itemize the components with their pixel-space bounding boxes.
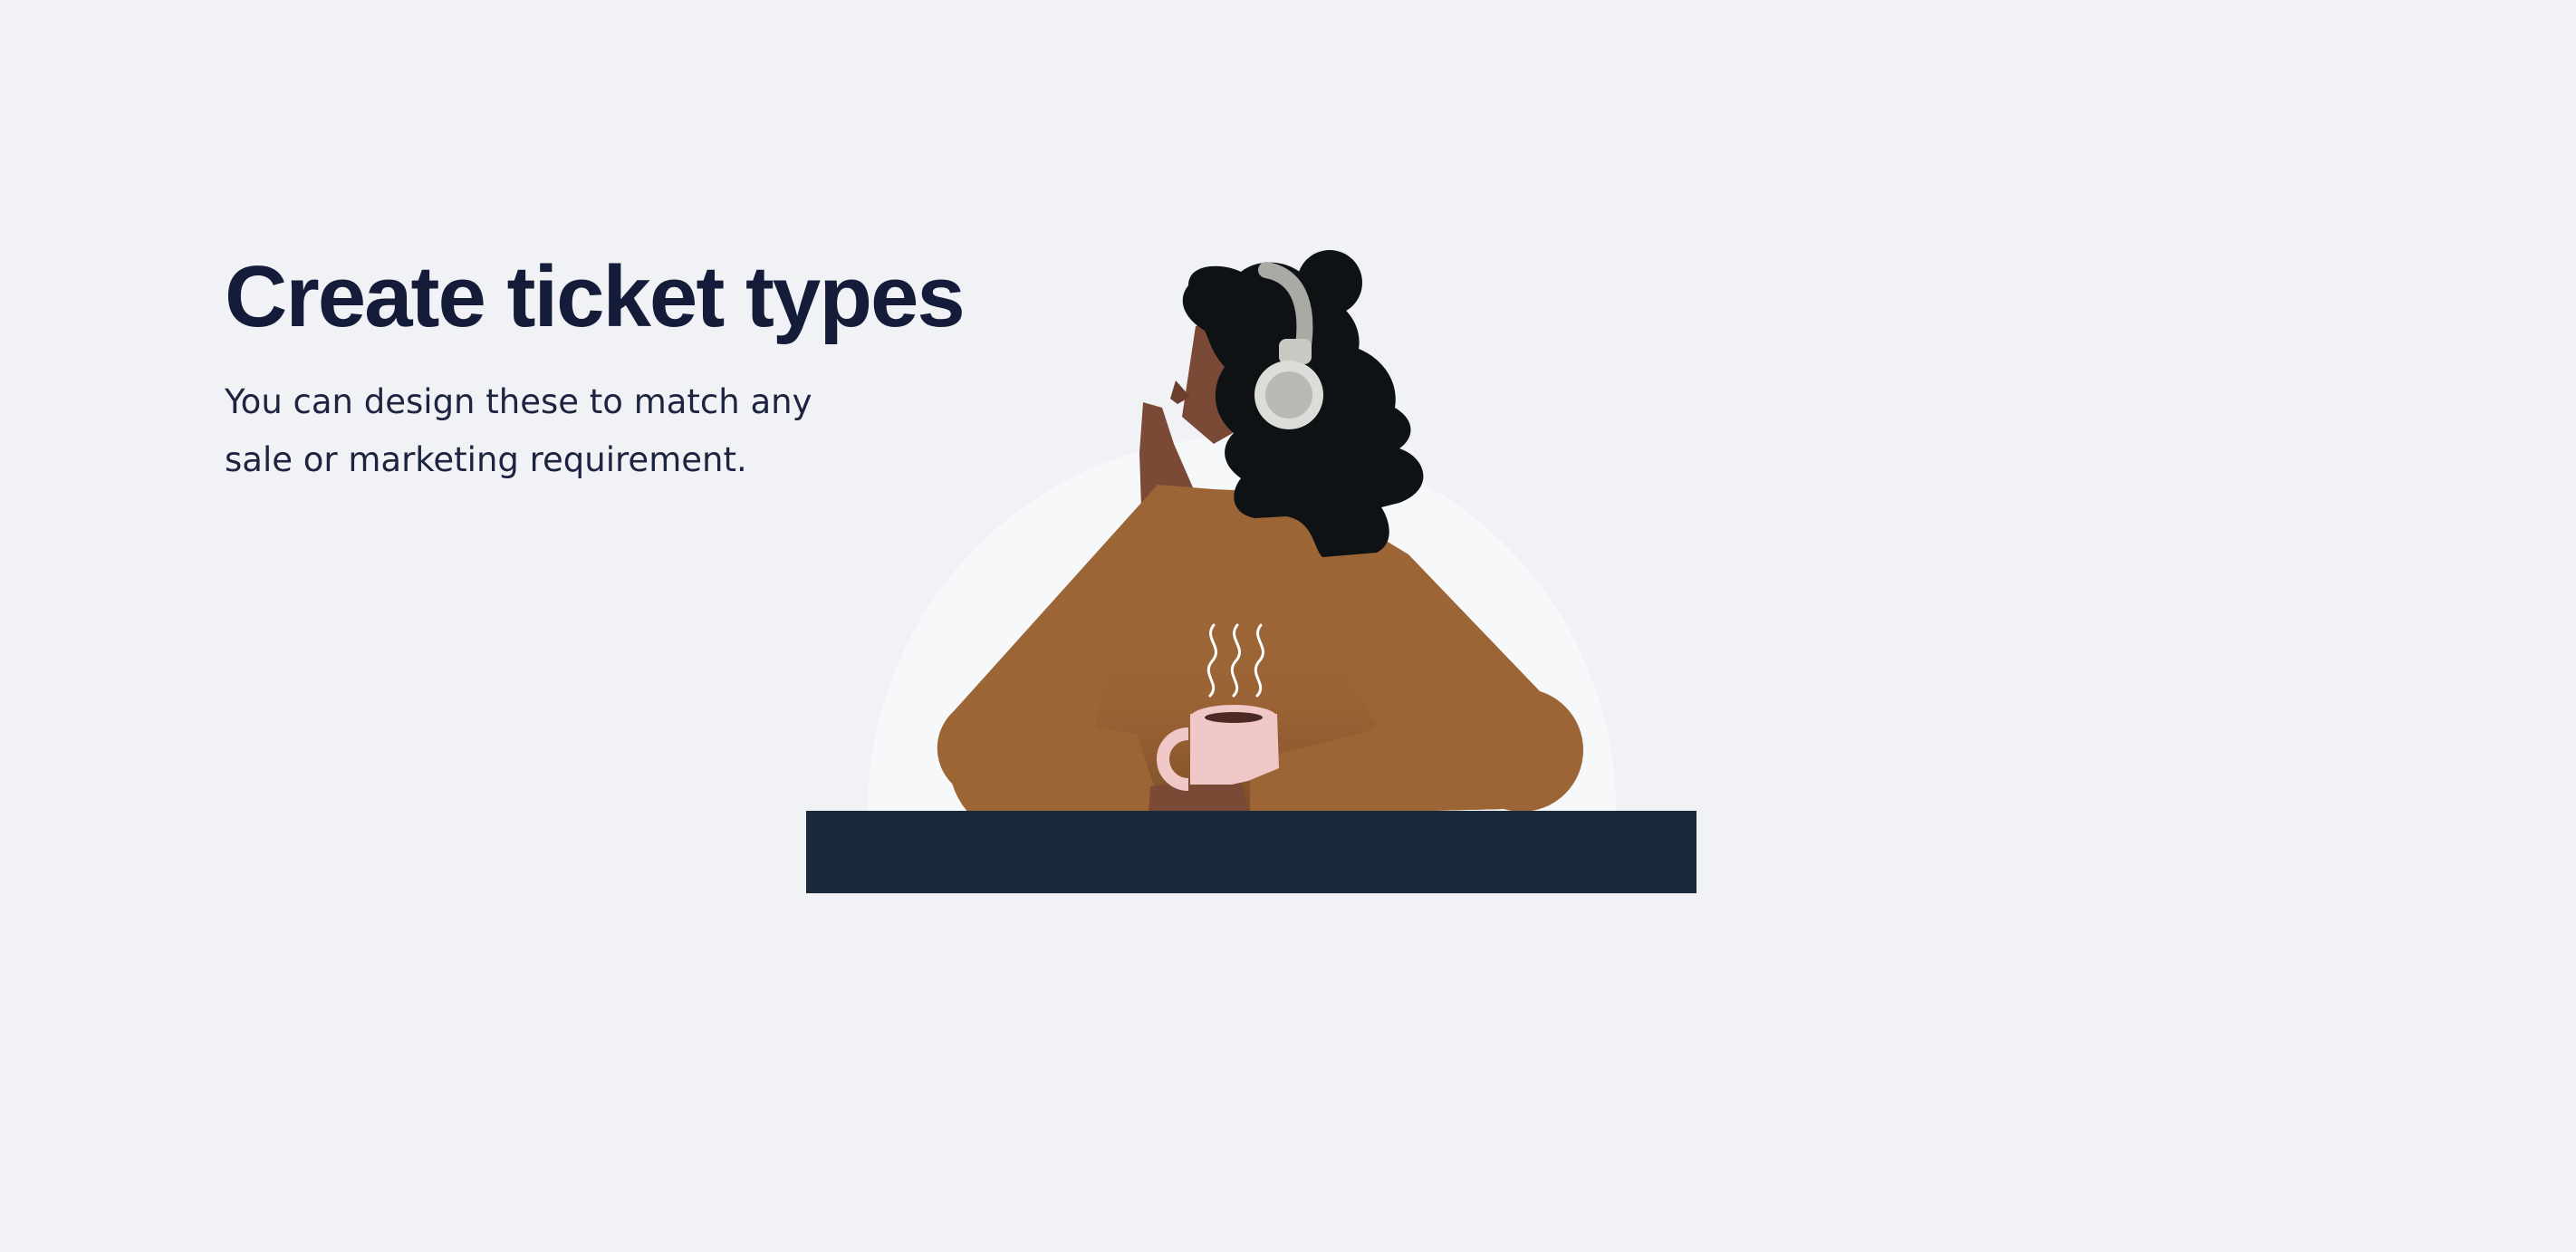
- coffee: [1205, 712, 1263, 723]
- right-elbow: [1429, 676, 1560, 806]
- person-with-headphones-and-coffee-icon: [806, 250, 1697, 893]
- desk: [806, 811, 1697, 893]
- onboarding-page: Create ticket types You can design these…: [0, 0, 2576, 1252]
